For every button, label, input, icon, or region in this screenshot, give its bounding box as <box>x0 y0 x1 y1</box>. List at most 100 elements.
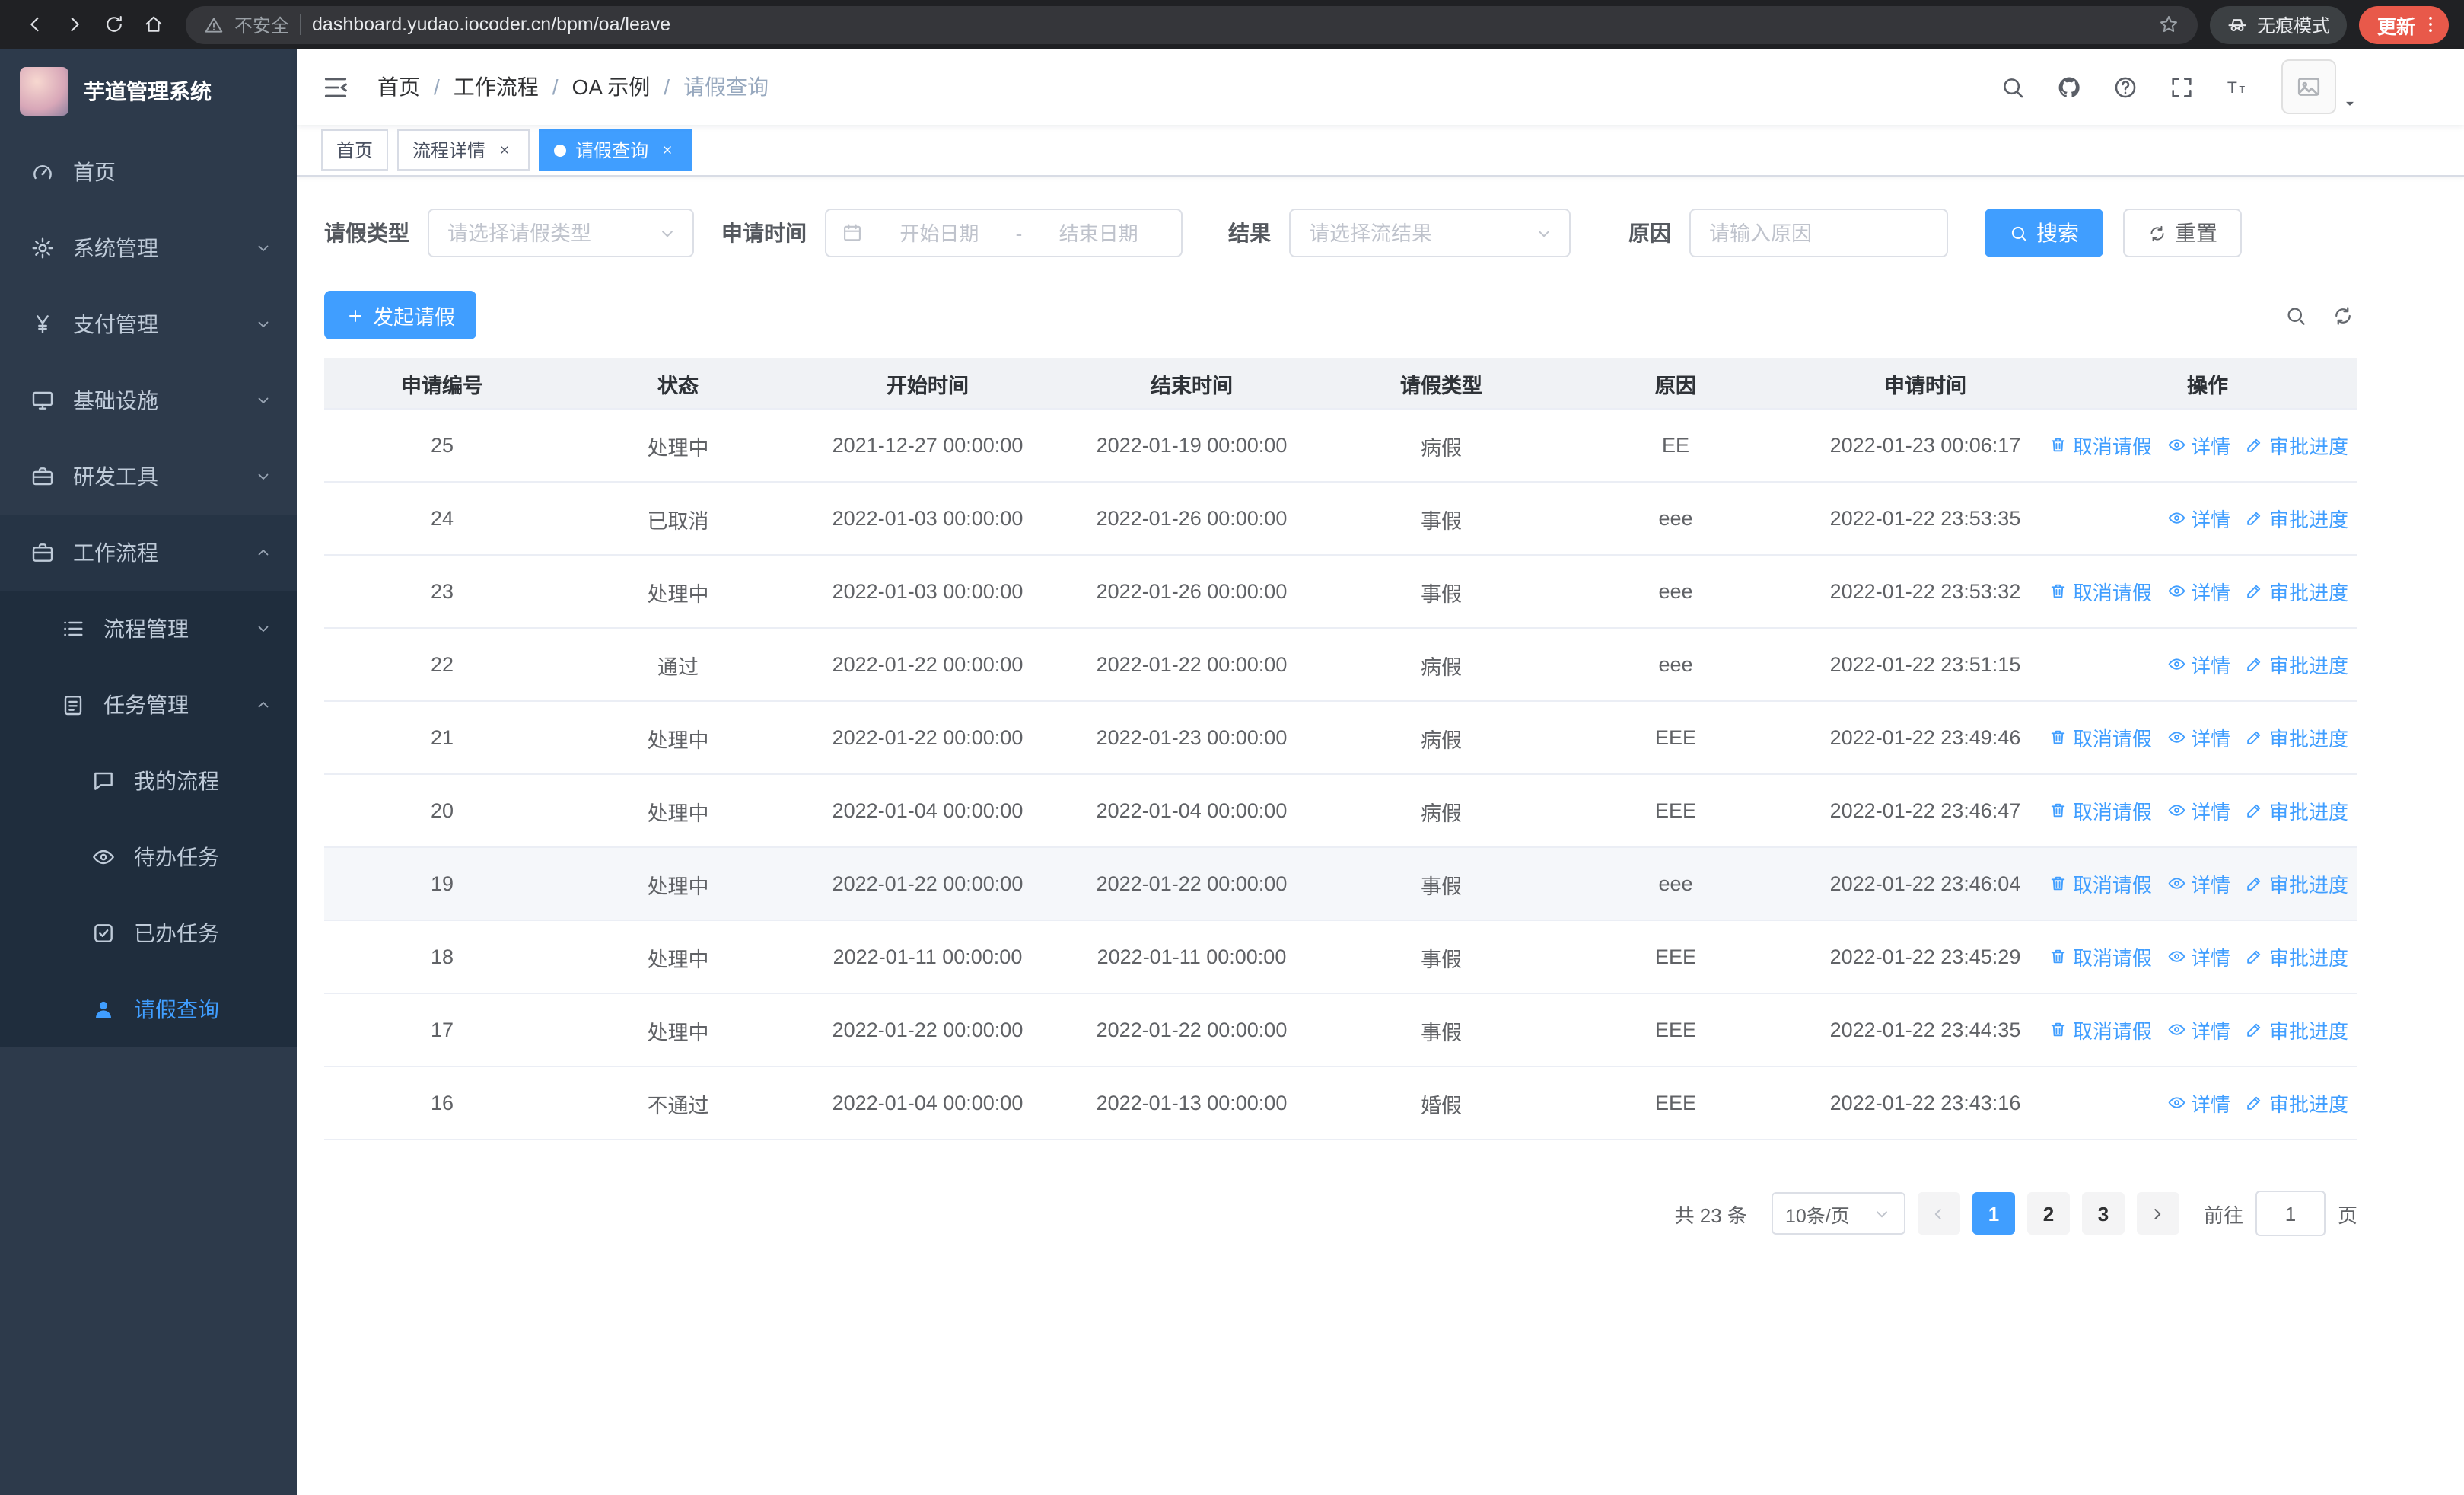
sidebar-item-8[interactable]: 我的流程 <box>0 743 297 819</box>
breadcrumb-separator: / <box>552 75 559 99</box>
leave-table: 申请编号 状态 开始时间 结束时间 请假类型 原因 申请时间 操作 25 处理中 2021-12-… <box>324 358 2357 1140</box>
sidebar-item-4[interactable]: 研发工具 <box>0 438 297 515</box>
browser-back-button[interactable] <box>15 5 55 44</box>
leave-type-select[interactable] <box>428 209 694 257</box>
result-select[interactable] <box>1289 209 1571 257</box>
sidebar-item-10[interactable]: 已办任务 <box>0 895 297 971</box>
start-date-input[interactable] <box>872 220 1007 246</box>
result-input[interactable] <box>1306 220 1525 246</box>
action-label: 取消请假 <box>2072 801 2152 824</box>
page-button-2[interactable]: 2 <box>2026 1192 2070 1235</box>
close-icon[interactable] <box>495 140 514 160</box>
detail-action-link[interactable]: 详情 <box>2167 504 2230 533</box>
bookmark-star-icon[interactable] <box>2158 14 2179 35</box>
progress-action-link[interactable]: 审批进度 <box>2246 723 2348 752</box>
cell-end: 2022-01-13 00:00:00 <box>1096 1092 1288 1114</box>
sidebar-item-0[interactable]: 首页 <box>0 134 297 210</box>
apply-time-range[interactable]: - <box>825 209 1183 257</box>
detail-action-link[interactable]: 详情 <box>2167 869 2230 898</box>
page-button-3[interactable]: 3 <box>2081 1192 2125 1235</box>
progress-action-link[interactable]: 审批进度 <box>2246 796 2348 825</box>
progress-action-link[interactable]: 审批进度 <box>2246 431 2348 460</box>
breadcrumb-item[interactable]: OA 示例 <box>572 72 651 102</box>
toggle-search-icon[interactable] <box>2284 304 2307 327</box>
cell-id: 20 <box>430 799 454 822</box>
progress-action-link[interactable]: 审批进度 <box>2246 869 2348 898</box>
sidebar-item-1[interactable]: 系统管理 <box>0 210 297 286</box>
fullscreen-icon[interactable] <box>2169 74 2195 100</box>
logo-image <box>20 67 68 116</box>
progress-action-link[interactable]: 审批进度 <box>2246 650 2348 679</box>
breadcrumb-item[interactable]: 工作流程 <box>454 72 539 102</box>
cancel-action-link[interactable]: 取消请假 <box>2049 942 2152 971</box>
progress-action-link[interactable]: 审批进度 <box>2246 504 2348 533</box>
goto-page-input[interactable] <box>2255 1191 2326 1236</box>
detail-action-link[interactable]: 详情 <box>2167 1089 2230 1117</box>
font-size-icon[interactable]: TT <box>2225 74 2251 100</box>
close-icon[interactable] <box>657 140 677 160</box>
sidebar-item-6[interactable]: 流程管理 <box>0 591 297 667</box>
cancel-action-link[interactable]: 取消请假 <box>2049 1015 2152 1044</box>
sidebar-item-11[interactable]: 请假查询 <box>0 971 297 1047</box>
reason-input[interactable] <box>1706 220 1931 246</box>
cancel-action-link[interactable]: 取消请假 <box>2049 431 2152 460</box>
update-button[interactable]: 更新 <box>2358 5 2449 43</box>
prev-page-button[interactable] <box>1917 1192 1960 1235</box>
eye-icon <box>2167 875 2186 894</box>
page-button-1[interactable]: 1 <box>1972 1192 2015 1235</box>
sidebar-item-7[interactable]: 任务管理 <box>0 667 297 743</box>
sidebar-item-label: 工作流程 <box>73 540 158 565</box>
cancel-action-link[interactable]: 取消请假 <box>2049 723 2152 752</box>
cell-reason: EEE <box>1654 1092 1696 1114</box>
next-page-button[interactable] <box>2136 1192 2179 1235</box>
action-label: 详情 <box>2190 508 2230 531</box>
avatar[interactable] <box>2281 59 2336 114</box>
detail-action-link[interactable]: 详情 <box>2167 796 2230 825</box>
end-date-input[interactable] <box>1031 220 1166 246</box>
search-button[interactable]: 搜索 <box>1985 209 2103 257</box>
reset-button[interactable]: 重置 <box>2123 209 2242 257</box>
progress-action-link[interactable]: 审批进度 <box>2246 1089 2348 1117</box>
action-label: 取消请假 <box>2072 582 2152 604</box>
github-icon[interactable] <box>2056 74 2082 100</box>
yen-icon <box>30 312 55 336</box>
browser-home-button[interactable] <box>134 5 173 44</box>
tab-2[interactable]: 请假查询 <box>539 129 693 171</box>
cell-end: 2022-01-26 00:00:00 <box>1096 580 1288 603</box>
user-menu[interactable] <box>2281 59 2357 114</box>
edit-icon <box>2246 728 2265 748</box>
detail-action-link[interactable]: 详情 <box>2167 723 2230 752</box>
browser-reload-button[interactable] <box>94 5 134 44</box>
sidebar-item-2[interactable]: 支付管理 <box>0 286 297 362</box>
detail-action-link[interactable]: 详情 <box>2167 942 2230 971</box>
app-logo[interactable]: 芋道管理系统 <box>0 49 297 134</box>
page-size-select[interactable]: 10条/页 <box>1771 1192 1905 1235</box>
address-bar[interactable]: 不安全 dashboard.yudao.iocoder.cn/bpm/oa/le… <box>186 5 2198 43</box>
goto-label: 前往 <box>2203 1203 2243 1226</box>
sidebar-item-9[interactable]: 待办任务 <box>0 819 297 895</box>
cancel-action-link[interactable]: 取消请假 <box>2049 869 2152 898</box>
breadcrumb-item[interactable]: 首页 <box>377 72 420 102</box>
detail-action-link[interactable]: 详情 <box>2167 431 2230 460</box>
reason-field[interactable] <box>1689 209 1948 257</box>
detail-action-link[interactable]: 详情 <box>2167 650 2230 679</box>
progress-action-link[interactable]: 审批进度 <box>2246 577 2348 606</box>
cancel-action-link[interactable]: 取消请假 <box>2049 577 2152 606</box>
browser-forward-button[interactable] <box>55 5 94 44</box>
header-search-icon[interactable] <box>2000 74 2026 100</box>
create-leave-button[interactable]: 发起请假 <box>324 291 476 339</box>
table-refresh-icon[interactable] <box>2332 304 2354 327</box>
sidebar-item-5[interactable]: 工作流程 <box>0 515 297 591</box>
sidebar-toggle-icon[interactable] <box>321 72 350 101</box>
sidebar-item-3[interactable]: 基础设施 <box>0 362 297 438</box>
detail-action-link[interactable]: 详情 <box>2167 577 2230 606</box>
menu-dots-icon[interactable] <box>2420 14 2441 35</box>
cancel-action-link[interactable]: 取消请假 <box>2049 796 2152 825</box>
detail-action-link[interactable]: 详情 <box>2167 1015 2230 1044</box>
progress-action-link[interactable]: 审批进度 <box>2246 942 2348 971</box>
leave-type-input[interactable] <box>444 220 648 246</box>
tab-1[interactable]: 流程详情 <box>397 129 530 171</box>
progress-action-link[interactable]: 审批进度 <box>2246 1015 2348 1044</box>
tab-0[interactable]: 首页 <box>321 129 389 171</box>
help-icon[interactable] <box>2112 74 2138 100</box>
